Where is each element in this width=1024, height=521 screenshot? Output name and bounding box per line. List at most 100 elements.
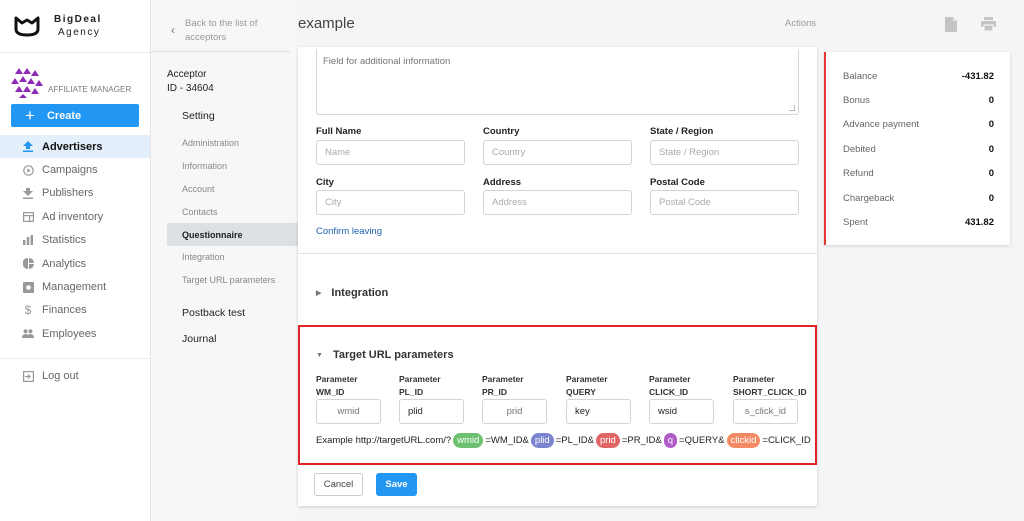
create-button[interactable]: + Create	[11, 104, 139, 127]
nav-item-ad-inventory[interactable]: Ad inventory	[0, 205, 150, 228]
confirm-leaving-link[interactable]: Confirm leaving	[316, 226, 382, 237]
stat-value: 0	[988, 192, 994, 204]
param-label-line1: Parameter	[649, 374, 691, 384]
nav-item-analytics[interactable]: Analytics	[0, 252, 150, 275]
param-label-line1: Parameter	[316, 374, 358, 384]
nav-label: Advertisers	[42, 140, 103, 153]
param-wm-id-label: Parameter WM_ID	[316, 373, 358, 398]
state-region-input[interactable]	[650, 140, 799, 165]
param-query-input[interactable]	[566, 399, 631, 424]
integration-section-toggle[interactable]: ▶ Integration	[316, 287, 388, 299]
pie-chart-icon	[22, 258, 34, 270]
stat-label: Bonus	[843, 95, 870, 107]
save-button[interactable]: Save	[376, 473, 417, 496]
bar-chart-icon	[22, 234, 34, 246]
dollar-icon: $	[24, 303, 32, 318]
nav-label: Ad inventory	[42, 210, 104, 223]
nav-label: Finances	[42, 304, 87, 317]
setting-heading[interactable]: Setting	[151, 110, 298, 132]
page-title: example	[298, 15, 355, 32]
nav-item-statistics[interactable]: Statistics	[0, 229, 150, 252]
example-part: =WM_ID&	[485, 435, 529, 446]
nav-label: Statistics	[42, 234, 87, 247]
city-input[interactable]	[316, 190, 465, 215]
questionnaire-card: Full Name Country State / Region City Ad…	[298, 47, 817, 506]
cancel-button[interactable]: Cancel	[314, 473, 363, 496]
postback-test-link[interactable]: Postback test	[151, 300, 298, 326]
stat-value: 0	[988, 168, 994, 180]
param-click-id-label: Parameter CLICK_ID	[649, 373, 691, 398]
example-url: Example http://targetURL.com/? wmid =WM_…	[316, 433, 811, 448]
stat-row-spent: Spent 431.82	[843, 210, 994, 234]
journal-link[interactable]: Journal	[151, 326, 298, 352]
stat-label: Advance payment	[843, 119, 920, 131]
resize-handle[interactable]	[789, 105, 795, 111]
nav-item-management[interactable]: Management	[0, 275, 150, 298]
subnav-item-target-url-parameters[interactable]: Target URL parameters	[151, 269, 298, 292]
integration-title: Integration	[331, 287, 389, 299]
full-name-input[interactable]	[316, 140, 465, 165]
document-icon[interactable]	[945, 17, 961, 33]
param-wm-id-input[interactable]	[316, 399, 381, 424]
caret-right-icon: ▶	[316, 290, 322, 297]
stat-label: Chargeback	[843, 192, 895, 204]
param-query-label: Parameter QUERY	[566, 373, 608, 398]
nav-item-campaigns[interactable]: Campaigns	[0, 158, 150, 181]
nav-item-employees[interactable]: Employees	[0, 322, 150, 345]
subnav-item-integration[interactable]: Integration	[151, 246, 298, 269]
state-region-label: State / Region	[650, 126, 714, 137]
plus-icon: +	[25, 106, 35, 125]
nav-item-finances[interactable]: $ Finances	[0, 299, 150, 322]
param-label-line1: Parameter	[399, 374, 441, 384]
country-input[interactable]	[483, 140, 632, 165]
actions-label[interactable]: Actions	[785, 18, 816, 29]
postal-code-input[interactable]	[650, 190, 799, 215]
target-url-section-toggle[interactable]: ▼ Target URL parameters	[316, 349, 454, 361]
balance-summary-card: Balance -431.82 Bonus 0 Advance payment 0 D…	[824, 52, 1010, 245]
stat-label: Balance	[843, 70, 878, 82]
acceptor-subnav: ‹ Back to the list of acceptors Acceptor…	[151, 0, 298, 521]
additional-info-textarea[interactable]	[316, 49, 799, 115]
subnav-item-administration[interactable]: Administration	[151, 132, 298, 155]
back-label: Back to the list of acceptors	[185, 18, 258, 43]
print-icon[interactable]	[981, 17, 997, 33]
param-click-id-input[interactable]	[649, 399, 714, 424]
subnav-item-contacts[interactable]: Contacts	[151, 200, 298, 223]
nav-item-publishers[interactable]: Publishers	[0, 182, 150, 205]
back-to-list-link[interactable]: ‹ Back to the list of acceptors	[151, 0, 290, 52]
stat-value: 0	[988, 143, 994, 155]
param-pr-id-input[interactable]	[482, 399, 547, 424]
nav-item-logout[interactable]: Log out	[0, 365, 150, 388]
postal-code-label: Postal Code	[650, 177, 705, 188]
section-divider	[298, 253, 817, 254]
stat-label: Spent	[843, 217, 868, 229]
param-pl-id-input[interactable]	[399, 399, 464, 424]
acceptor-label: Acceptor	[167, 69, 207, 80]
subnav-item-information[interactable]: Information	[151, 155, 298, 178]
nav-label: Employees	[42, 327, 97, 340]
subnav-item-questionnaire[interactable]: Questionnaire	[167, 223, 298, 246]
brand-line2: Agency	[58, 27, 101, 38]
nav-label: Analytics	[42, 257, 87, 270]
stat-row-balance: Balance -431.82	[843, 64, 994, 88]
param-short-click-id-input[interactable]	[733, 399, 798, 424]
param-label-line2: QUERY	[566, 386, 596, 397]
upload-icon	[22, 141, 34, 153]
stat-value: 0	[988, 95, 994, 107]
stat-row-bonus: Bonus 0	[843, 88, 994, 112]
param-label-line1: Parameter	[733, 374, 775, 384]
address-input[interactable]	[483, 190, 632, 215]
subnav-item-account[interactable]: Account	[151, 178, 298, 201]
inventory-icon	[22, 211, 34, 223]
logout-icon	[22, 370, 34, 382]
role-logo-icon	[11, 68, 43, 98]
caret-down-icon: ▼	[316, 351, 323, 359]
stat-label: Debited	[843, 143, 876, 155]
chip-prid: prid	[596, 433, 620, 448]
param-label-line2: PL_ID	[399, 386, 424, 397]
brand-name: BigDeal Agency	[54, 13, 102, 39]
address-label: Address	[483, 177, 522, 188]
brand-logo[interactable]: BigDeal Agency	[0, 0, 150, 53]
param-label-line2: CLICK_ID	[649, 386, 689, 397]
nav-item-advertisers[interactable]: Advertisers	[0, 135, 150, 159]
